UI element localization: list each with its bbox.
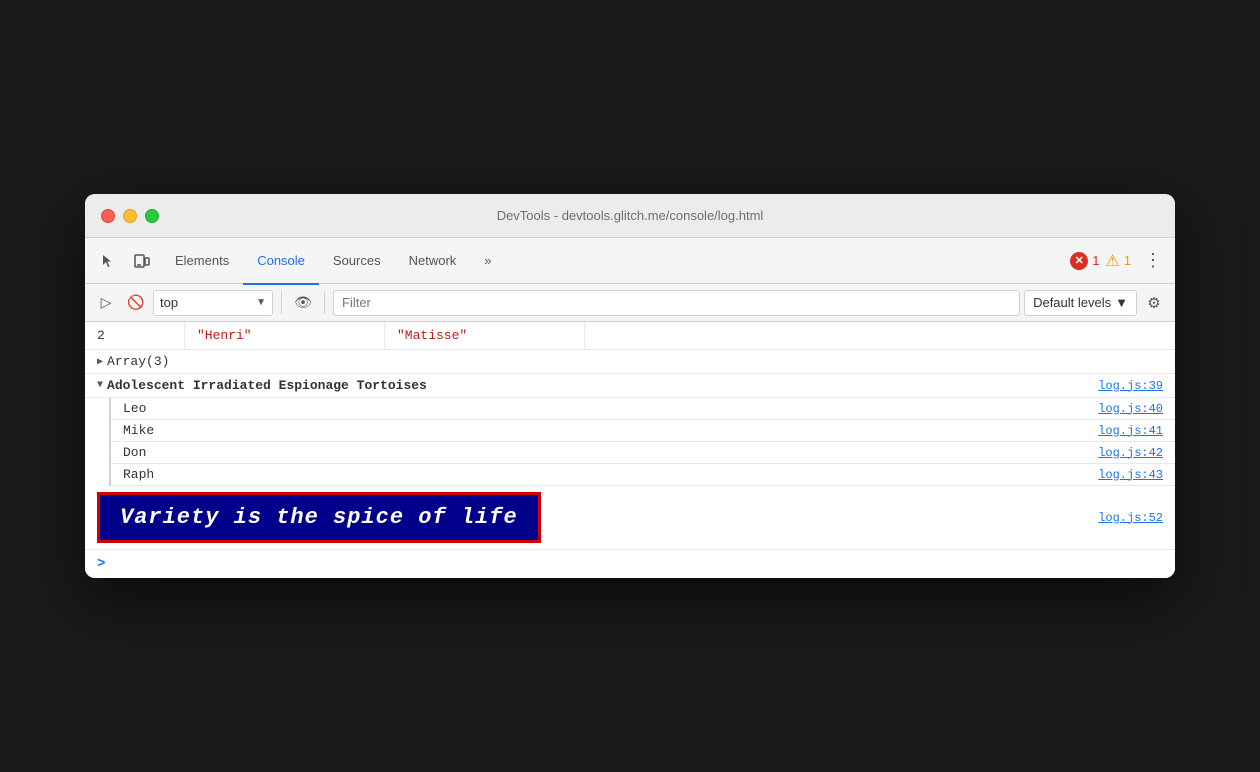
table-cell-empty [585, 322, 1175, 349]
array-row[interactable]: ▶ Array(3) [85, 350, 1175, 374]
device-icon[interactable] [127, 246, 157, 276]
tab-network[interactable]: Network [395, 239, 471, 285]
item-name-mike: Mike [123, 423, 154, 438]
group-items: Leo log.js:40 Mike log.js:41 Don log.js:… [109, 398, 1175, 486]
styled-log-row: Variety is the spice of life log.js:52 [85, 486, 1175, 550]
settings-icon[interactable]: ⚙ [1141, 290, 1167, 316]
item-name-raph: Raph [123, 467, 154, 482]
table-cell-last: "Matisse" [385, 322, 585, 349]
table-cell-first: "Henri" [185, 322, 385, 349]
devtools-window: DevTools - devtools.glitch.me/console/lo… [85, 194, 1175, 578]
triangle-right-icon: ▶ [97, 356, 103, 368]
divider [281, 292, 282, 314]
warning-icon: ⚠ [1105, 251, 1119, 271]
styled-log-message: Variety is the spice of life [97, 492, 541, 543]
context-selector[interactable]: top ▼ [153, 290, 273, 316]
chevron-down-icon2: ▼ [1115, 295, 1128, 310]
group-name: Adolescent Irradiated Espionage Tortoise… [107, 378, 427, 393]
traffic-lights [101, 209, 159, 223]
item-link-raph[interactable]: log.js:43 [1098, 468, 1163, 482]
item-name-leo: Leo [123, 401, 146, 416]
tab-sources[interactable]: Sources [319, 239, 395, 285]
error-badge[interactable]: ✕ 1 [1070, 252, 1099, 270]
clear-button[interactable]: 🚫 [123, 290, 149, 316]
prompt-symbol: > [97, 556, 105, 572]
eye-icon[interactable]: 👁 [290, 290, 316, 316]
title-bar: DevTools - devtools.glitch.me/console/lo… [85, 194, 1175, 238]
item-link-leo[interactable]: log.js:40 [1098, 402, 1163, 416]
levels-selector[interactable]: Default levels ▼ [1024, 290, 1137, 316]
chevron-down-icon: ▼ [256, 297, 266, 308]
divider2 [324, 292, 325, 314]
tab-console[interactable]: Console [243, 239, 319, 285]
execute-button[interactable]: ▷ [93, 290, 119, 316]
styled-log-link[interactable]: log.js:52 [1098, 511, 1163, 525]
table-cell-index: 2 [85, 322, 185, 349]
prompt-row[interactable]: > [85, 550, 1175, 578]
item-name-don: Don [123, 445, 146, 460]
item-link-don[interactable]: log.js:42 [1098, 446, 1163, 460]
main-toolbar: Elements Console Sources Network » ✕ 1 ⚠… [85, 238, 1175, 284]
window-title: DevTools - devtools.glitch.me/console/lo… [497, 208, 764, 223]
list-item: Raph log.js:43 [111, 464, 1175, 486]
console-toolbar: ▷ 🚫 top ▼ 👁 Default levels ▼ ⚙ [85, 284, 1175, 322]
group-header[interactable]: ▼ Adolescent Irradiated Espionage Tortoi… [85, 374, 1175, 398]
filter-input[interactable] [333, 290, 1020, 316]
group-log-link[interactable]: log.js:39 [1098, 379, 1163, 393]
minimize-button[interactable] [123, 209, 137, 223]
console-content: 2 "Henri" "Matisse" ▶ Array(3) ▼ Adolesc… [85, 322, 1175, 578]
maximize-button[interactable] [145, 209, 159, 223]
tab-more[interactable]: » [470, 239, 505, 285]
item-link-mike[interactable]: log.js:41 [1098, 424, 1163, 438]
close-button[interactable] [101, 209, 115, 223]
list-item: Mike log.js:41 [111, 420, 1175, 442]
cursor-icon[interactable] [93, 246, 123, 276]
error-icon: ✕ [1070, 252, 1088, 270]
list-item: Leo log.js:40 [111, 398, 1175, 420]
triangle-down-icon: ▼ [97, 380, 103, 391]
tab-elements[interactable]: Elements [161, 239, 243, 285]
more-menu-button[interactable]: ⋮ [1139, 247, 1167, 275]
list-item: Don log.js:42 [111, 442, 1175, 464]
table-row: 2 "Henri" "Matisse" [85, 322, 1175, 350]
array-label: Array(3) [107, 354, 169, 369]
warning-badge[interactable]: ⚠ 1 [1105, 251, 1131, 271]
